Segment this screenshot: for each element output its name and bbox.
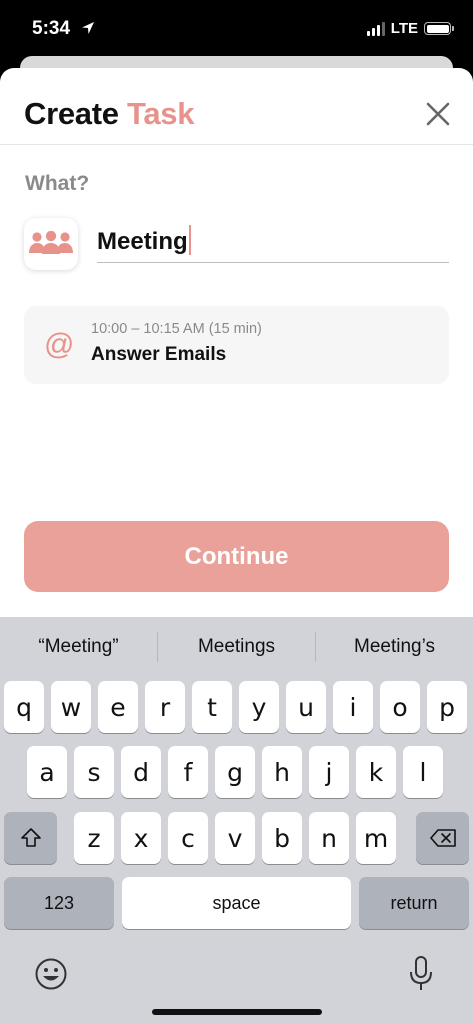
key-c[interactable]: c	[168, 812, 208, 864]
emoji-icon[interactable]	[34, 957, 68, 991]
microphone-icon[interactable]	[408, 955, 434, 993]
key-g[interactable]: g	[215, 746, 255, 798]
page-title: Create Task	[24, 96, 195, 132]
key-n[interactable]: n	[309, 812, 349, 864]
status-indicators: LTE	[366, 20, 454, 37]
at-icon: @	[44, 328, 75, 361]
what-label: What?	[25, 172, 90, 195]
suggestion-title: Answer Emails	[91, 344, 227, 365]
key-a[interactable]: a	[27, 746, 67, 798]
prediction-item[interactable]: “Meeting”	[0, 636, 157, 658]
home-indicator	[152, 1009, 322, 1015]
task-name-input[interactable]: Meeting	[97, 225, 449, 263]
suggestion-card[interactable]: @ 10:00 – 10:15 AM (15 min) Answer Email…	[24, 306, 449, 384]
close-icon[interactable]	[425, 101, 451, 127]
sheet-header: Create Task	[0, 68, 473, 145]
shift-icon	[20, 828, 41, 847]
key-z[interactable]: z	[74, 812, 114, 864]
key-l[interactable]: l	[403, 746, 443, 798]
key-p[interactable]: p	[427, 681, 467, 733]
key-d[interactable]: d	[121, 746, 161, 798]
key-s[interactable]: s	[74, 746, 114, 798]
status-time: 5:34	[32, 18, 71, 39]
key-o[interactable]: o	[380, 681, 420, 733]
network-type: LTE	[390, 20, 418, 37]
suggestion-time: 10:00 – 10:15 AM (15 min)	[91, 321, 262, 337]
numbers-key[interactable]: 123	[4, 877, 114, 929]
key-j[interactable]: j	[309, 746, 349, 798]
return-key[interactable]: return	[359, 877, 469, 929]
key-r[interactable]: r	[145, 681, 185, 733]
space-key[interactable]: space	[122, 877, 351, 929]
people-group-icon	[29, 231, 73, 254]
key-i[interactable]: i	[333, 681, 373, 733]
key-h[interactable]: h	[262, 746, 302, 798]
key-t[interactable]: t	[192, 681, 232, 733]
battery-icon	[424, 22, 454, 35]
key-x[interactable]: x	[121, 812, 161, 864]
task-name-value: Meeting	[97, 228, 188, 255]
prediction-item[interactable]: Meetings	[158, 636, 315, 658]
prediction-item[interactable]: Meeting’s	[316, 636, 473, 658]
key-u[interactable]: u	[286, 681, 326, 733]
keyboard: “Meeting” Meetings Meeting’s qwertyuiop a…	[0, 617, 473, 1024]
key-m[interactable]: m	[356, 812, 396, 864]
key-e[interactable]: e	[98, 681, 138, 733]
key-w[interactable]: w	[51, 681, 91, 733]
delete-key[interactable]	[416, 812, 469, 864]
text-caret	[188, 225, 191, 255]
cellular-signal-icon	[366, 21, 385, 36]
continue-button[interactable]: Continue	[24, 521, 449, 592]
backspace-icon	[429, 829, 456, 847]
key-f[interactable]: f	[168, 746, 208, 798]
key-v[interactable]: v	[215, 812, 255, 864]
task-icon-button[interactable]	[24, 218, 78, 270]
key-q[interactable]: q	[4, 681, 44, 733]
title-main: Create	[24, 96, 119, 131]
title-accent: Task	[127, 96, 195, 131]
location-arrow-icon	[82, 22, 94, 34]
key-k[interactable]: k	[356, 746, 396, 798]
shift-key[interactable]	[4, 812, 57, 864]
prediction-bar: “Meeting” Meetings Meeting’s	[0, 617, 473, 677]
status-bar: 5:34 LTE	[0, 0, 473, 62]
key-y[interactable]: y	[239, 681, 279, 733]
key-b[interactable]: b	[262, 812, 302, 864]
